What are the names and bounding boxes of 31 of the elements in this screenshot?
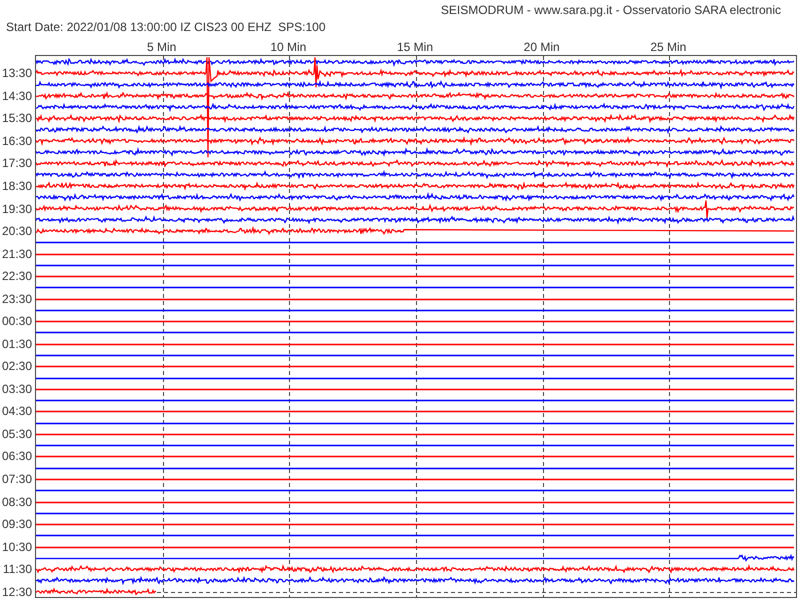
axis-tick-label: 10 Min: [270, 40, 306, 54]
time-label: 15:30: [2, 111, 32, 126]
time-label: 03:30: [2, 382, 32, 396]
time-label: 21:30: [2, 246, 32, 261]
time-label: 13:30: [2, 66, 32, 80]
time-label: 19:30: [2, 202, 32, 216]
time-label: 07:30: [2, 472, 32, 486]
time-label: 01:30: [2, 336, 32, 351]
time-label: 11:30: [2, 562, 32, 576]
time-label: 22:30: [2, 269, 32, 284]
time-label: 14:30: [2, 88, 32, 103]
time-label: 20:30: [2, 224, 32, 238]
time-label: 04:30: [2, 404, 32, 418]
time-label: 08:30: [2, 494, 32, 509]
time-label: 16:30: [2, 134, 32, 148]
time-label: 23:30: [2, 292, 32, 306]
axis-tick-label: 20 Min: [524, 40, 560, 54]
app-title: SEISMODRUM - www.sara.pg.it - Osservatorio SARA electronic: [440, 2, 781, 16]
time-label: 05:30: [2, 426, 32, 441]
time-label: 09:30: [2, 517, 32, 532]
time-label: 10:30: [2, 540, 32, 554]
start-date-info: Start Date: 2022/01/08 13:00:00 IZ CIS23 00 EHZ SPS:100: [6, 20, 326, 34]
time-label: 12:30: [2, 584, 32, 599]
time-label: 17:30: [2, 156, 32, 170]
axis-tick-label: 25 Min: [650, 40, 686, 54]
time-label: 00:30: [2, 314, 32, 328]
time-label: 06:30: [2, 449, 32, 464]
time-label: 02:30: [2, 359, 32, 374]
axis-tick-label: 15 Min: [396, 40, 434, 54]
time-label: 18:30: [2, 178, 32, 193]
axis-tick-label: 5 Min: [146, 40, 176, 54]
